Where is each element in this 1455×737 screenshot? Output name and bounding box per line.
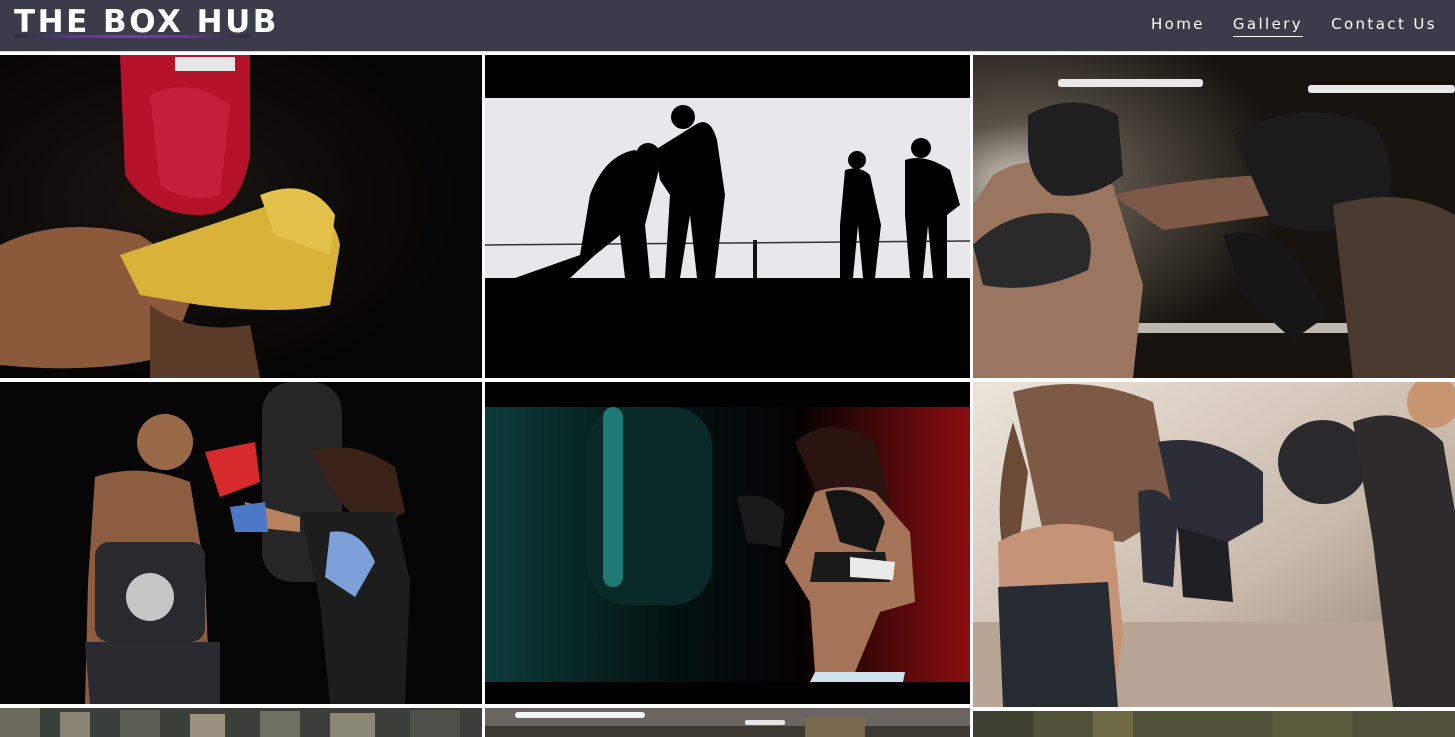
sparring-silhouettes-image xyxy=(485,55,970,378)
female-boxer-guard-image xyxy=(973,382,1455,707)
nav-link-home[interactable]: Home xyxy=(1151,14,1205,37)
navbar: THE BOX HUB Home Gallery Contact Us xyxy=(0,0,1455,52)
brand-underline xyxy=(14,35,250,38)
boxer-red-headgear-image xyxy=(0,55,482,378)
nav-link-gallery[interactable]: Gallery xyxy=(1232,14,1304,37)
crowd-arena-image xyxy=(0,708,482,737)
gallery-image-trainer-pads[interactable] xyxy=(0,382,482,704)
gym-green-wall-image xyxy=(973,711,1455,737)
gallery-image-crowd-arena[interactable] xyxy=(0,708,482,737)
nav-link-contact-us[interactable]: Contact Us xyxy=(1331,14,1437,37)
trainer-pads-image xyxy=(0,382,482,704)
ring-sparring-image xyxy=(973,55,1455,378)
gallery-image-sparring-silhouettes[interactable] xyxy=(485,55,970,378)
gallery-grid xyxy=(0,54,1455,737)
heavy-bag-teal-red-image xyxy=(485,382,970,704)
gallery-image-ring-sparring[interactable] xyxy=(973,55,1455,378)
gallery-image-gym-interior[interactable] xyxy=(485,708,970,737)
gallery-image-gym-green-wall[interactable] xyxy=(973,711,1455,737)
gallery-image-boxer-red-headgear[interactable] xyxy=(0,55,482,378)
gallery-image-female-boxer-guard[interactable] xyxy=(973,382,1455,707)
gallery-image-heavy-bag-teal-red[interactable] xyxy=(485,382,970,704)
gym-interior-image xyxy=(485,708,970,737)
nav-menu: Home Gallery Contact Us xyxy=(1151,14,1437,37)
